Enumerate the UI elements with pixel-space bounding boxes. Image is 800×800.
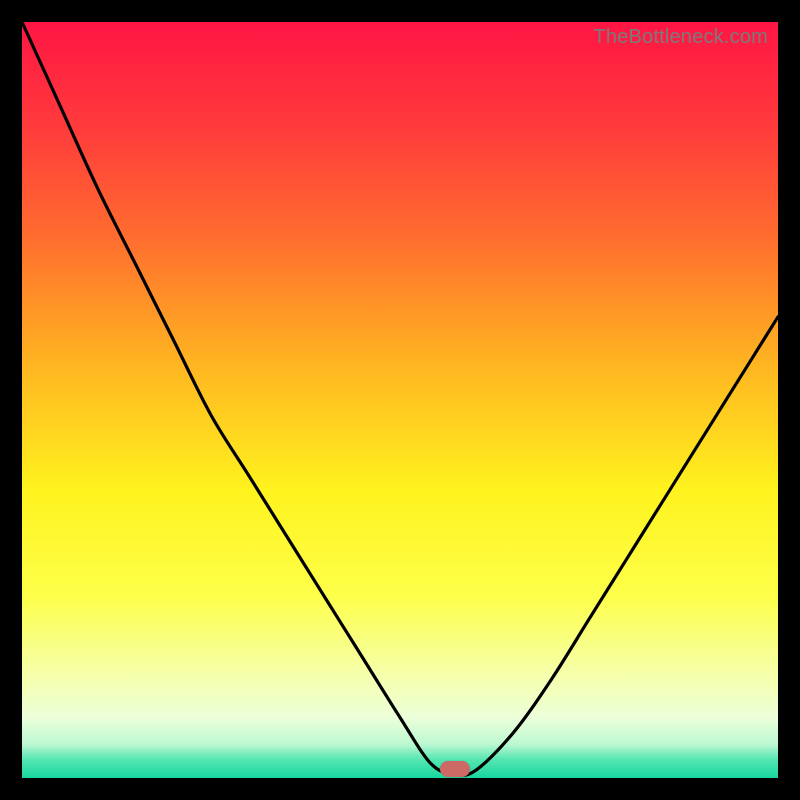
background-gradient: [22, 22, 778, 778]
plot-area: TheBottleneck.com: [22, 22, 778, 778]
chart-frame: TheBottleneck.com: [0, 0, 800, 800]
watermark-text: TheBottleneck.com: [593, 26, 768, 49]
optimal-marker: [440, 761, 470, 777]
